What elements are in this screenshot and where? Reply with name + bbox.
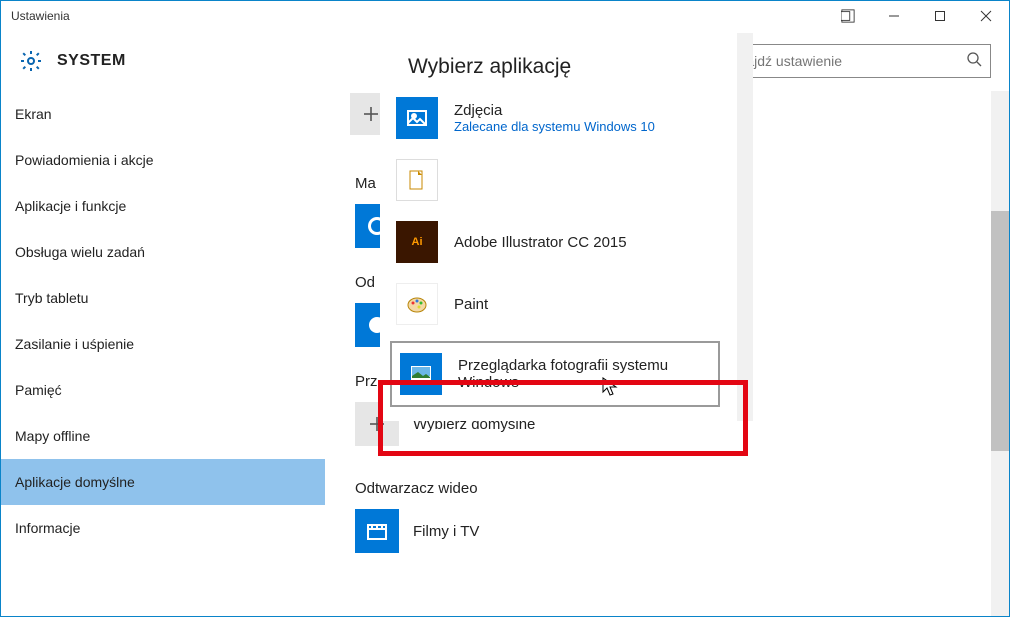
- sidebar-item-label: Ekran: [15, 106, 52, 122]
- page-title: SYSTEM: [57, 52, 126, 70]
- scrollbar[interactable]: [991, 91, 1009, 616]
- sidebar-item-label: Powiadomienia i akcje: [15, 152, 154, 168]
- section-heading-video: Odtwarzacz wideo: [355, 480, 961, 497]
- popup-item-name: Adobe Illustrator CC 2015: [454, 234, 627, 251]
- tablet-mode-button[interactable]: [825, 1, 871, 31]
- sidebar-item-label: Aplikacje i funkcje: [15, 198, 126, 214]
- film-icon: [355, 509, 399, 553]
- photo-viewer-icon: [400, 353, 442, 395]
- sidebar-item-label: Zasilanie i uśpienie: [15, 336, 134, 352]
- sidebar-item-aplikacje-domyslne[interactable]: Aplikacje domyślne: [1, 459, 325, 505]
- sidebar-item-aplikacje-funkcje[interactable]: Aplikacje i funkcje: [1, 183, 325, 229]
- app-chooser-popup: Wybierz aplikację Zdjęcia Zalecane dla s…: [380, 33, 738, 421]
- sidebar-item-informacje[interactable]: Informacje: [1, 505, 325, 551]
- popup-title: Wybierz aplikację: [380, 33, 737, 87]
- window-title: Ustawienia: [11, 9, 70, 23]
- video-app-label: Filmy i TV: [413, 523, 479, 540]
- popup-item-name: Przeglądarka fotografii systemu Windows: [458, 357, 710, 391]
- cursor-icon: [602, 377, 618, 402]
- gear-icon: [19, 49, 43, 73]
- video-app-row[interactable]: Filmy i TV: [355, 509, 961, 553]
- sidebar-item-tryb-tabletu[interactable]: Tryb tabletu: [1, 275, 325, 321]
- sidebar-item-zasilanie[interactable]: Zasilanie i uśpienie: [1, 321, 325, 367]
- sidebar: Ekran Powiadomienia i akcje Aplikacje i …: [1, 91, 325, 616]
- sidebar-item-pamiec[interactable]: Pamięć: [1, 367, 325, 413]
- search-input[interactable]: [730, 53, 966, 69]
- popup-item-name: Paint: [454, 296, 488, 313]
- titlebar: Ustawienia: [1, 1, 1009, 31]
- sidebar-item-mapy-offline[interactable]: Mapy offline: [1, 413, 325, 459]
- sidebar-item-label: Mapy offline: [15, 428, 90, 444]
- minimize-button[interactable]: [871, 1, 917, 31]
- scrollbar-thumb[interactable]: [991, 211, 1009, 451]
- popup-item-photoviewer[interactable]: Przeglądarka fotografii systemu Windows: [390, 341, 720, 407]
- illustrator-icon: Ai: [396, 221, 438, 263]
- sidebar-item-label: Pamięć: [15, 382, 62, 398]
- popup-item-libreoffice[interactable]: [380, 149, 737, 211]
- search-box[interactable]: [721, 44, 991, 78]
- sidebar-item-label: Tryb tabletu: [15, 290, 88, 306]
- search-icon: [966, 51, 982, 72]
- maximize-button[interactable]: [917, 1, 963, 31]
- paint-icon: [396, 283, 438, 325]
- sidebar-item-ekran[interactable]: Ekran: [1, 91, 325, 137]
- popup-item-paint[interactable]: Paint: [380, 273, 737, 335]
- close-button[interactable]: [963, 1, 1009, 31]
- popup-scrollbar[interactable]: [739, 33, 751, 353]
- sidebar-item-powiadomienia[interactable]: Powiadomienia i akcje: [1, 137, 325, 183]
- sidebar-item-label: Obsługa wielu zadań: [15, 244, 145, 260]
- photos-icon: [396, 97, 438, 139]
- sidebar-item-label: Aplikacje domyślne: [15, 474, 135, 490]
- popup-item-name: Zdjęcia: [454, 102, 655, 119]
- popup-item-illustrator[interactable]: Ai Adobe Illustrator CC 2015: [380, 211, 737, 273]
- sidebar-item-label: Informacje: [15, 520, 80, 536]
- popup-item-zdjecia[interactable]: Zdjęcia Zalecane dla systemu Windows 10: [380, 87, 737, 149]
- sidebar-item-obsluga-zadan[interactable]: Obsługa wielu zadań: [1, 229, 325, 275]
- popup-item-recommended: Zalecane dla systemu Windows 10: [454, 119, 655, 134]
- libreoffice-icon: [396, 159, 438, 201]
